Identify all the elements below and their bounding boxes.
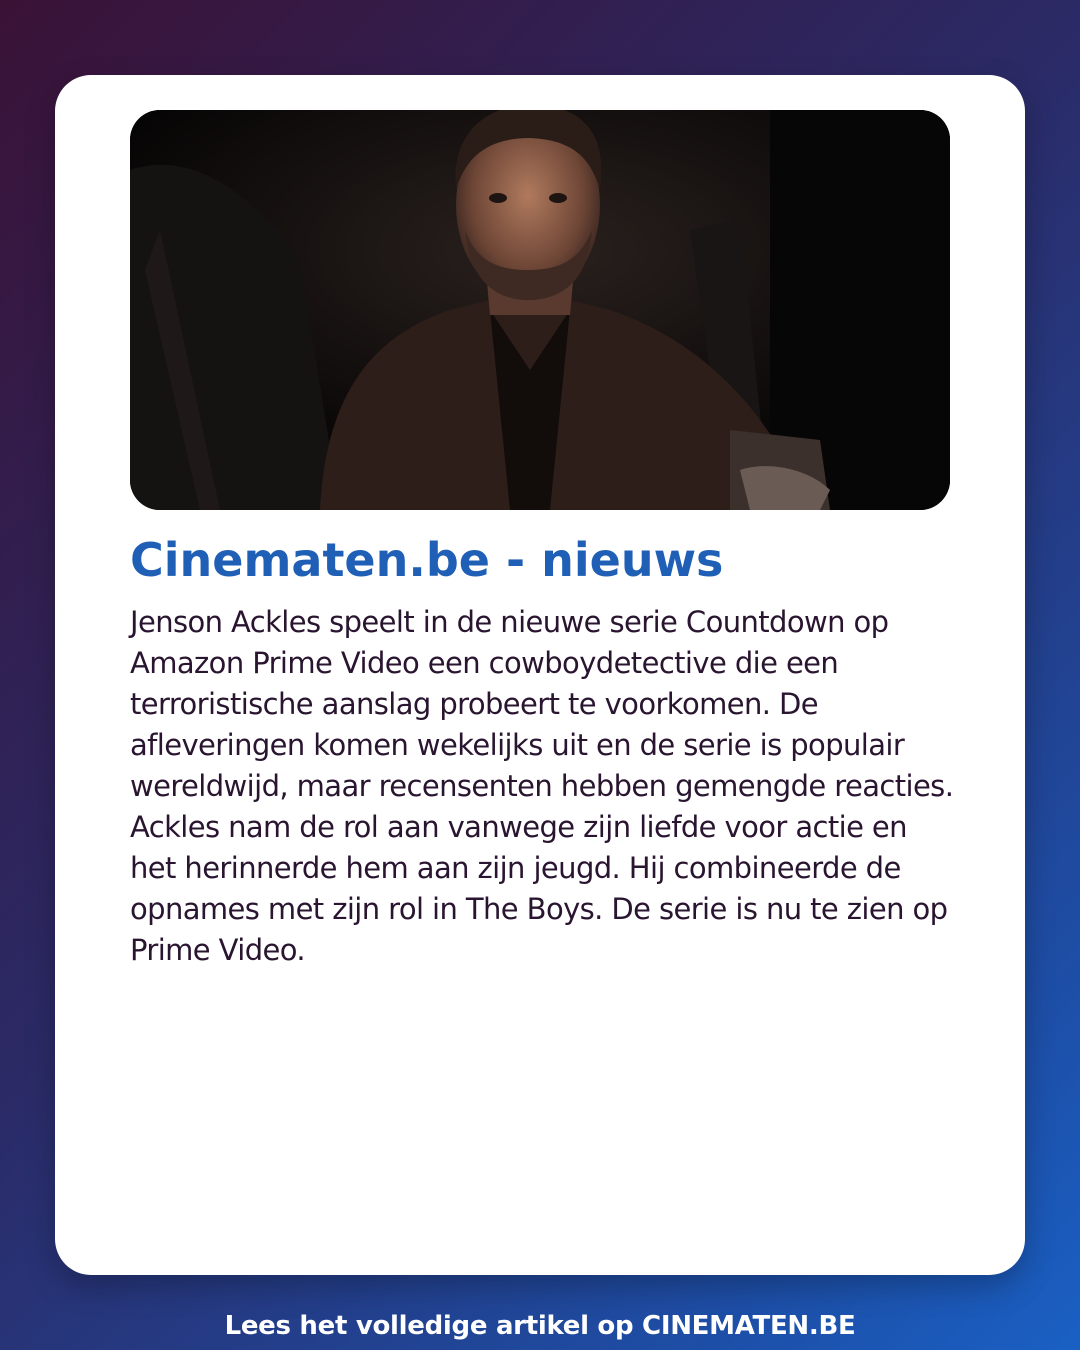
article-body: Jenson Ackles speelt in de nieuwe serie …: [130, 605, 954, 967]
article-headline: Cinematen.be - nieuws: [130, 533, 724, 587]
article-photo-image: [130, 110, 950, 510]
read-full-article-link[interactable]: Lees het volledige artikel op CINEMATEN.…: [0, 1306, 1080, 1346]
news-card: Cinematen.be - nieuws Jenson Ackles spee…: [55, 75, 1025, 1275]
article-photo: [130, 110, 950, 510]
